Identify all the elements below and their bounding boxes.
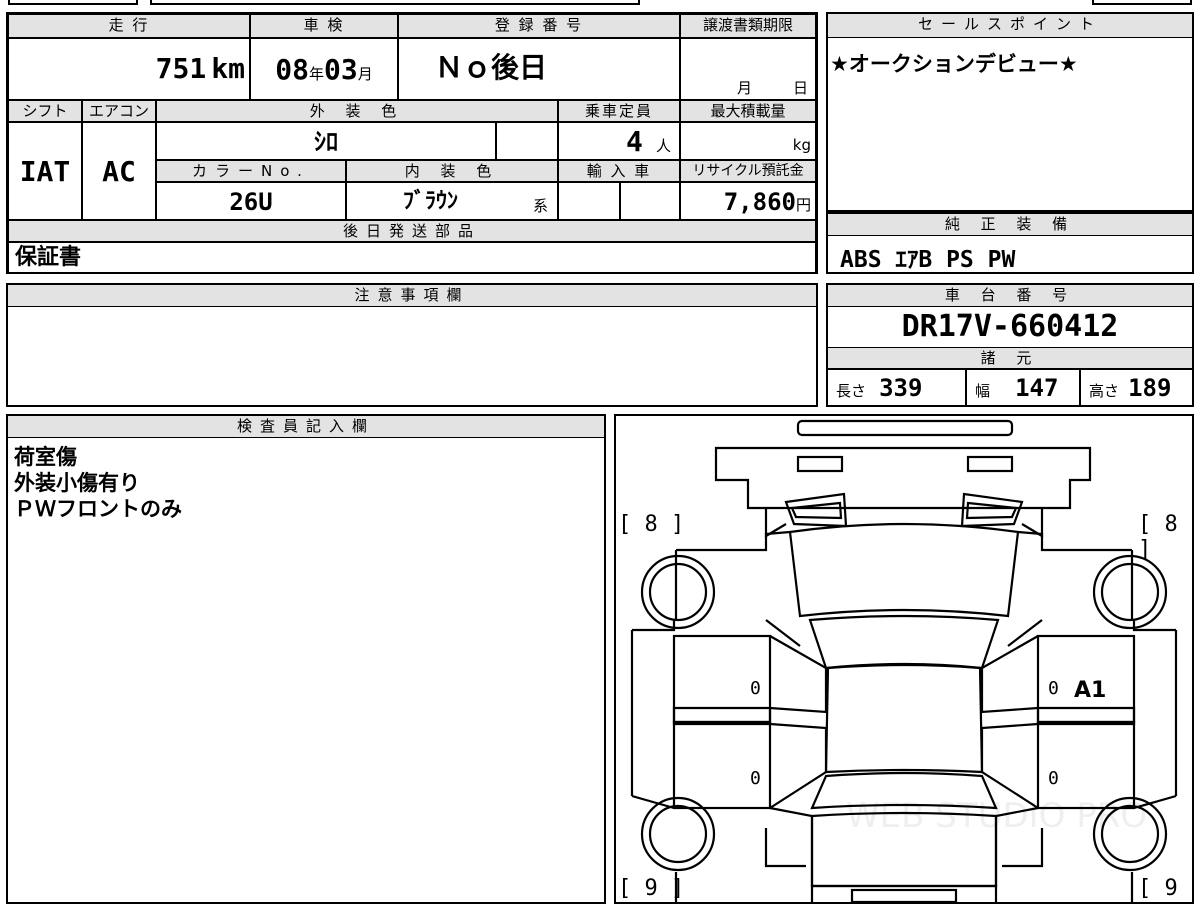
interior-color-value: ﾌﾞﾗｳﾝ 系 [346,182,558,220]
color-no-value: 26U [156,182,346,220]
max-load-value: kg [680,122,816,160]
registration-value: Ｎｏ後日 [398,38,680,100]
import-header: 輸 入 車 [558,160,680,182]
sales-points-box: セールスポイント ★オークションデビュー★ [826,12,1194,212]
inspector-note-line: ＰＷフロントのみ [14,497,182,521]
vehicle-info-table: 走 行 車 検 登 録 番 号 譲渡書類期限 751 km 08年03月 Ｎｏ後… [6,12,818,274]
door-fl-mark: 0 [750,678,761,699]
notes-box: 注意事項欄 [6,283,818,407]
registration-header: 登 録 番 号 [398,14,680,38]
shaken-value: 08年03月 [250,38,398,100]
transfer-deadline-header: 譲渡書類期限 [680,14,816,38]
chassis-number-header: 車 台 番 号 [828,285,1192,307]
mileage-value: 751 km [8,38,250,100]
car-damage-diagram: [ 8 ] [ 8 ] [ 9 ] [ 9 ] 0 0 0 0 A1 WEB S… [614,414,1194,904]
mileage-header: 走 行 [8,14,250,38]
inspector-note-line: 荷室傷 [14,445,77,469]
aircon-header: エアコン [82,100,156,122]
sales-point-text: ★オークションデビュー★ [830,52,1078,76]
shift-header: シフト [8,100,82,122]
inspector-notes-box: 検査員記入欄 荷室傷 外装小傷有り ＰＷフロントのみ [6,414,606,904]
aircon-value: AC [82,122,156,220]
inspector-notes-list: 荷室傷 外装小傷有り ＰＷフロントのみ [14,444,182,522]
standard-equipment-value: ABS ｴｱB PS PW [840,247,1016,273]
top-cutoff-strip [0,0,1200,7]
later-parts-header: 後日発送部品 [8,220,816,242]
tire-front-left-label: [ 8 ] [618,512,685,537]
color-no-header: カラーNo. [156,160,346,182]
standard-equipment-box: 純 正 装 備 ABS ｴｱB PS PW [826,212,1194,274]
door-fr-mark: 0 [1048,678,1059,699]
standard-equipment-header: 純 正 装 備 [828,214,1192,236]
inspector-header: 検査員記入欄 [8,416,604,438]
capacity-value: 4 人 [558,122,680,160]
chassis-specs-box: 車 台 番 号 DR17V-660412 諸 元 長さ 339 幅 147 高さ… [826,283,1194,407]
door-rl-mark: 0 [750,768,761,789]
tire-rear-left-label: [ 9 ] [618,876,685,901]
exterior-color-extra [496,122,558,160]
recycle-value: 7,860円 [680,182,816,220]
specs-header: 諸 元 [828,347,1192,369]
inspector-note-line: 外装小傷有り [14,471,140,495]
capacity-header: 乗車定員 [558,100,680,122]
exterior-color-value: ｼﾛ [156,122,496,160]
chassis-number-value: DR17V-660412 [901,309,1119,344]
length-cell: 長さ 339 [828,369,966,405]
door-rr-mark: 0 [1048,768,1059,789]
damage-front-right-mark: A1 [1074,678,1107,703]
shaken-header: 車 検 [250,14,398,38]
import-value-a [558,182,620,220]
height-cell: 高さ 189 [1080,369,1192,405]
shift-value: IAT [8,122,82,220]
later-parts-value: 保証書 [8,242,816,272]
max-load-header: 最大積載量 [680,100,816,122]
transfer-deadline-value: 月 日 [680,38,816,100]
interior-color-header: 内 装 色 [346,160,558,182]
exterior-color-header: 外 装 色 [156,100,558,122]
tire-front-right-label: [ 8 ] [1138,512,1178,562]
import-value-b [620,182,680,220]
sales-points-header: セールスポイント [828,14,1192,38]
watermark-text: WEB STUDIO PRO [846,796,1148,836]
notes-header: 注意事項欄 [8,285,816,307]
width-cell: 幅 147 [966,369,1080,405]
recycle-header: リサイクル預託金 [680,160,816,182]
